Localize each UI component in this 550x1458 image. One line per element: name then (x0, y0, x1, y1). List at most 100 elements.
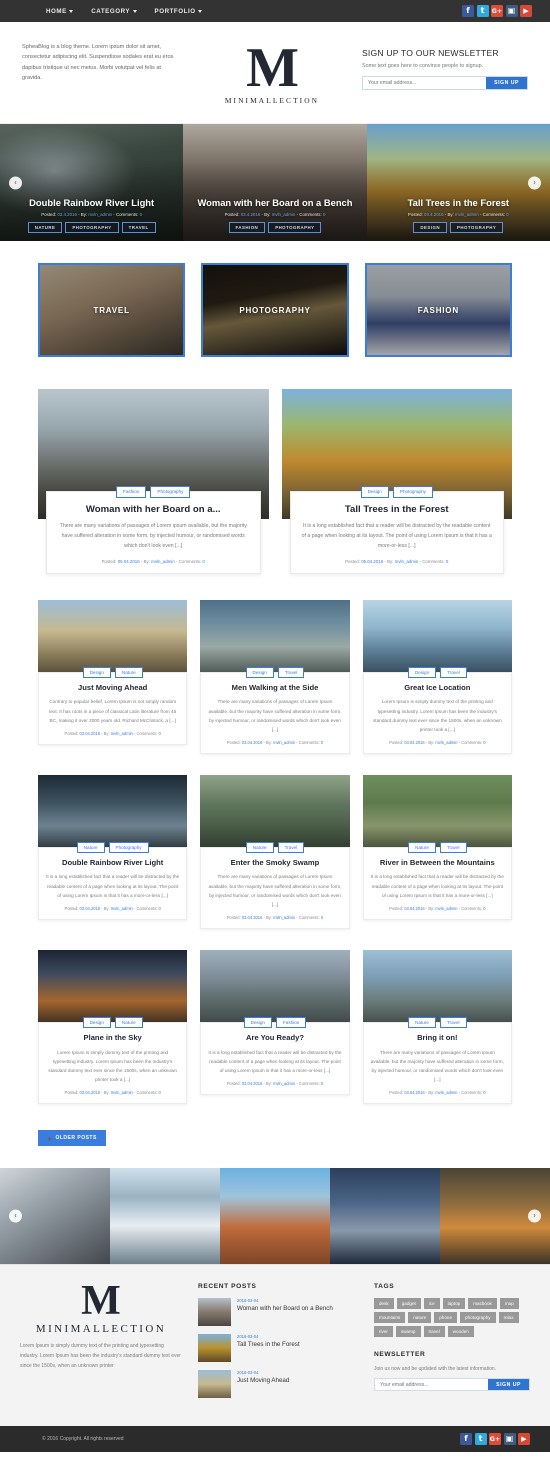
tag-item[interactable]: relax (498, 1312, 519, 1324)
tag-item[interactable]: macbook (468, 1298, 497, 1310)
tag-item[interactable]: ice (423, 1298, 440, 1310)
slide-category-chip[interactable]: DESIGN (413, 221, 447, 234)
category-tile-travel[interactable]: TRAVEL (38, 263, 186, 358)
post-card-title[interactable]: Enter the Smoky Swamp (208, 858, 341, 867)
slide-item[interactable]: Tall Trees in the Forest Posted: 03.4.20… (366, 124, 550, 242)
tag-item[interactable]: phone (434, 1312, 458, 1324)
slide-author[interactable]: mvln_admin (455, 212, 479, 217)
gallery-image[interactable] (110, 1168, 220, 1265)
google-plus-icon[interactable]: G+ (491, 5, 503, 17)
category-chip[interactable]: Travel (439, 841, 467, 854)
post-author[interactable]: mvln_admin (395, 559, 419, 564)
older-posts-button[interactable]: ➕ OLDER POSTS (38, 1130, 106, 1147)
slide-category-chip[interactable]: PHOTOGRAPHY (268, 221, 322, 234)
post-author[interactable]: mvln_admin (435, 1090, 457, 1095)
post-author[interactable]: mvln_admin (273, 740, 295, 745)
slide-comment-count[interactable]: 0 (506, 212, 508, 217)
post-author[interactable]: mvln_admin (111, 906, 133, 911)
category-chip[interactable]: Nature (114, 1017, 143, 1029)
category-chip[interactable]: Design (82, 666, 111, 679)
comment-count[interactable]: 0 (446, 559, 448, 564)
slide-title[interactable]: Woman with her Board on a Bench (193, 197, 356, 208)
footer-newsletter-email-input[interactable] (375, 1379, 489, 1391)
post-author[interactable]: mvln_admin (151, 559, 175, 564)
category-chip[interactable]: Nature (245, 841, 274, 854)
slide-category-chip[interactable]: NATURE (27, 221, 63, 234)
facebook-icon[interactable]: f (462, 5, 474, 17)
slide-comment-count[interactable]: 0 (323, 212, 325, 217)
slider-next-arrow-icon[interactable]: › (528, 176, 541, 190)
post-date[interactable]: 03.04.2016 (80, 1090, 101, 1095)
slide-category-chip[interactable]: PHOTOGRAPHY (449, 221, 504, 234)
featured-post-title[interactable]: Woman with her Board on a... (57, 504, 250, 516)
post-card-title[interactable]: Bring it on! (371, 1033, 504, 1042)
comment-count[interactable]: 0 (159, 1090, 161, 1095)
comment-count[interactable]: 0 (321, 915, 323, 920)
recent-post-title[interactable]: Tall Trees in the Forest (237, 1341, 300, 1349)
post-author[interactable]: mvln_admin (435, 906, 457, 911)
slide-title[interactable]: Tall Trees in the Forest (377, 197, 540, 208)
post-date[interactable]: 05.04.2016 (361, 559, 383, 564)
tag-item[interactable]: nature (408, 1312, 432, 1324)
recent-post-title[interactable]: Woman with her Board on a Bench (237, 1305, 333, 1313)
slide-item[interactable]: Double Rainbow River Light Posted: 03.4.… (0, 124, 184, 242)
newsletter-email-input[interactable] (363, 77, 487, 89)
tag-item[interactable]: gadget (396, 1298, 421, 1310)
featured-post-title[interactable]: Tall Trees in the Forest (301, 504, 494, 516)
slide-category-chip[interactable]: TRAVEL (121, 221, 156, 234)
category-chip[interactable]: Photography (108, 841, 149, 854)
category-tile-fashion[interactable]: FASHION (364, 263, 512, 358)
post-date[interactable]: 03.04.2016 (404, 740, 425, 745)
comment-count[interactable]: 0 (321, 740, 323, 745)
nav-item-category[interactable]: CATEGORY (91, 8, 137, 15)
category-chip[interactable]: Design (82, 1017, 111, 1029)
recent-post-title[interactable]: Just Moving Ahead (237, 1377, 289, 1385)
twitter-icon[interactable]: t (474, 1433, 487, 1446)
slide-category-chip[interactable]: FASHION (228, 221, 266, 234)
slide-author[interactable]: mvln_admin (272, 212, 296, 217)
newsletter-signup-button[interactable]: SIGN UP (486, 77, 527, 89)
category-chip[interactable]: Photography (150, 486, 191, 498)
footer-newsletter-signup-button[interactable]: SIGN UP (488, 1379, 529, 1391)
site-logo[interactable]: M MINIMALLECTION (196, 40, 348, 105)
youtube-icon[interactable]: ▶ (520, 5, 532, 17)
category-chip[interactable]: Travel (439, 1017, 467, 1029)
tag-item[interactable]: wooden (447, 1326, 474, 1338)
nav-item-portfolio[interactable]: PORTFOLIO (155, 8, 203, 15)
gallery-next-arrow-icon[interactable]: › (528, 1209, 541, 1223)
category-tile-photography[interactable]: PHOTOGRAPHY (201, 263, 349, 358)
post-author[interactable]: mvln_admin (273, 1081, 295, 1086)
category-chip[interactable]: Nature (76, 841, 105, 854)
post-date[interactable]: 03.04.2016 (242, 1081, 263, 1086)
post-author[interactable]: mvln_admin (111, 731, 133, 736)
category-chip[interactable]: Photography (392, 486, 433, 498)
slide-category-chip[interactable]: PHOTOGRAPHY (65, 221, 119, 234)
tag-item[interactable]: desk (374, 1298, 394, 1310)
post-author[interactable]: mvln_admin (111, 1090, 133, 1095)
twitter-icon[interactable]: t (476, 5, 489, 17)
post-card-title[interactable]: Are You Ready? (208, 1033, 341, 1042)
slide-date[interactable]: 03.4.2016 (424, 212, 444, 217)
category-chip[interactable]: Travel (277, 666, 305, 679)
post-date[interactable]: 03.04.2016 (242, 740, 263, 745)
tag-item[interactable]: mountains (374, 1312, 406, 1324)
comment-count[interactable]: 0 (321, 1081, 323, 1086)
tag-item[interactable]: photography (460, 1312, 496, 1324)
gallery-prev-arrow-icon[interactable]: ‹ (9, 1209, 22, 1223)
comment-count[interactable]: 0 (159, 731, 161, 736)
gallery-image[interactable] (220, 1168, 330, 1265)
post-card-title[interactable]: Great Ice Location (371, 683, 504, 692)
category-chip[interactable]: Nature (408, 841, 436, 854)
post-date[interactable]: 03.04.2016 (404, 906, 425, 911)
post-card-title[interactable]: Plane in the Sky (46, 1033, 179, 1042)
slider-prev-arrow-icon[interactable]: ‹ (9, 176, 22, 190)
instagram-icon[interactable]: ▣ (503, 1433, 516, 1446)
comment-count[interactable]: 0 (483, 740, 485, 745)
youtube-icon[interactable]: ▶ (518, 1433, 530, 1446)
comment-count[interactable]: 0 (483, 906, 485, 911)
tag-item[interactable]: map (499, 1298, 519, 1310)
category-chip[interactable]: Nature (114, 666, 143, 679)
category-chip[interactable]: Fashion (275, 1017, 307, 1029)
tag-item[interactable]: swamp (395, 1326, 421, 1338)
gallery-image[interactable] (330, 1168, 440, 1265)
